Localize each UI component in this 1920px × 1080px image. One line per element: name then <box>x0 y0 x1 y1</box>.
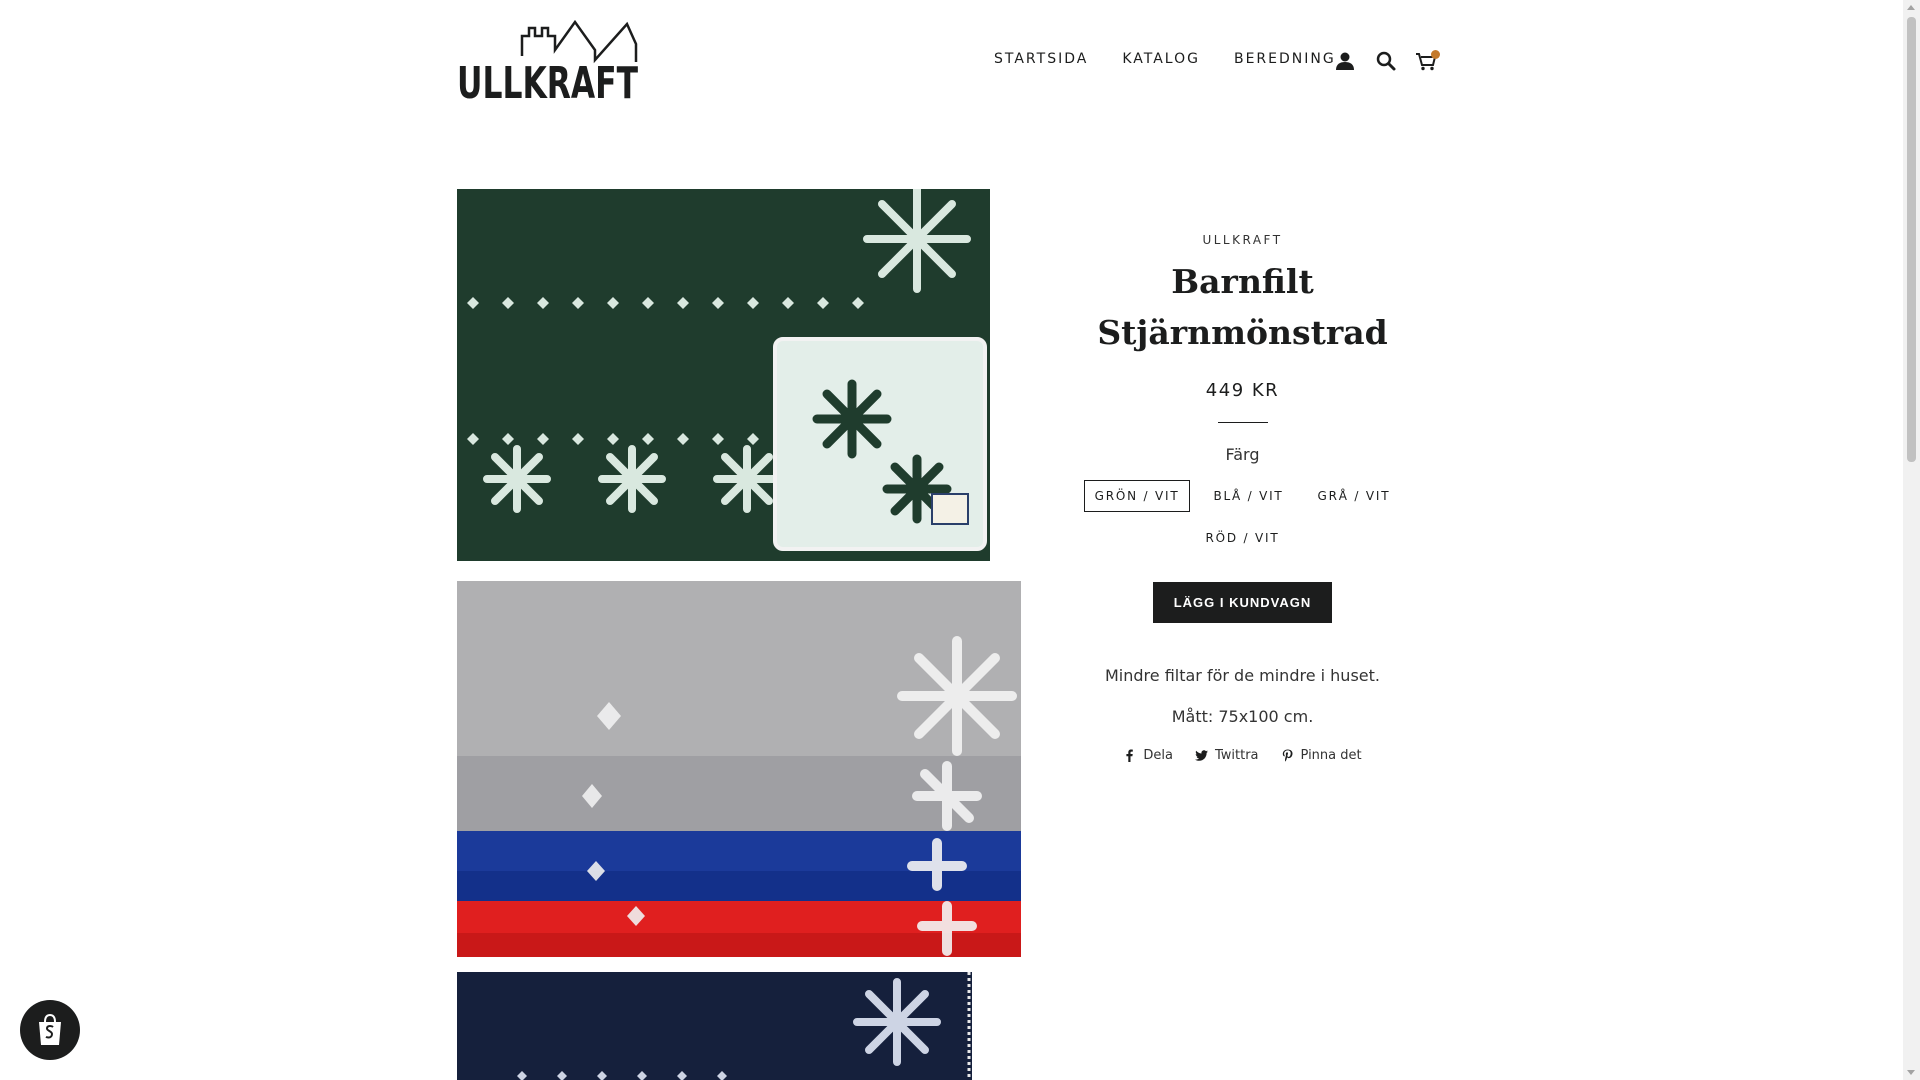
search-icon[interactable] <box>1375 50 1397 72</box>
share-facebook-label: Dela <box>1143 748 1173 763</box>
swatch-gra-vit[interactable]: GRÅ / VIT <box>1307 480 1402 512</box>
description-line: Mindre filtar för de mindre i huset. <box>1105 666 1380 685</box>
swatch-rod-vit[interactable]: RÖD / VIT <box>1195 522 1291 554</box>
share-pinterest-label: Pinna det <box>1300 748 1362 763</box>
shopify-chat-button[interactable] <box>20 1000 80 1060</box>
product-info: ULLKRAFT Barnfilt Stjärnmönstrad 449 KR … <box>1060 230 1425 763</box>
nav-katalog[interactable]: KATALOG <box>1122 51 1200 67</box>
product-description: Mindre filtar för de mindre i huset. Måt… <box>1060 666 1425 726</box>
account-icon[interactable] <box>1334 50 1356 72</box>
color-option-label: Färg <box>1225 445 1260 464</box>
social-share: Dela Twittra Pinna det <box>1060 748 1425 763</box>
pinterest-icon <box>1282 749 1293 762</box>
description-dimensions: Mått: 75x100 cm. <box>1171 707 1314 726</box>
share-facebook[interactable]: Dela <box>1123 748 1173 763</box>
nav-startsida[interactable]: STARTSIDA <box>994 51 1088 67</box>
facebook-icon <box>1126 749 1134 762</box>
twitter-icon <box>1194 750 1208 761</box>
shopping-bag-icon <box>39 1013 61 1045</box>
scroll-thumb[interactable] <box>1907 17 1916 462</box>
swatch-bla-vit[interactable]: BLÅ / VIT <box>1202 480 1294 512</box>
scroll-down-arrow-icon[interactable] <box>1907 1070 1915 1075</box>
nav-beredning[interactable]: BEREDNING <box>1234 51 1336 67</box>
price-divider <box>1217 422 1268 423</box>
product-image-stack[interactable] <box>457 581 1021 957</box>
page-scrollbar[interactable] <box>1903 0 1920 1080</box>
svg-text:ULLKRAFT: ULLKRAFT <box>457 58 638 100</box>
product-title-line1: Barnfilt <box>1171 262 1314 301</box>
swatch-gron-vit[interactable]: GRÖN / VIT <box>1083 480 1191 512</box>
cart-count-badge <box>1431 50 1440 59</box>
add-to-cart-button[interactable]: LÄGG I KUNDVAGN <box>1152 582 1333 623</box>
main-nav: STARTSIDA KATALOG BEREDNING <box>994 51 1370 67</box>
product-title: Barnfilt Stjärnmönstrad <box>1060 256 1425 358</box>
share-twitter[interactable]: Twittra <box>1194 748 1259 763</box>
product-title-line2: Stjärnmönstrad <box>1097 313 1388 352</box>
product-vendor[interactable]: ULLKRAFT <box>1060 233 1425 247</box>
product-price: 449 KR <box>1205 380 1280 401</box>
share-pinterest[interactable]: Pinna det <box>1281 748 1362 763</box>
share-twitter-label: Twittra <box>1214 748 1259 763</box>
ullkraft-logo[interactable]: ULLKRAFT <box>457 14 638 100</box>
product-image-navy[interactable] <box>457 972 972 1080</box>
color-swatches: GRÖN / VIT BLÅ / VIT GRÅ / VIT RÖD / VIT <box>1060 480 1425 554</box>
product-image-green[interactable] <box>457 189 990 561</box>
scroll-up-arrow-icon[interactable] <box>1907 5 1915 10</box>
